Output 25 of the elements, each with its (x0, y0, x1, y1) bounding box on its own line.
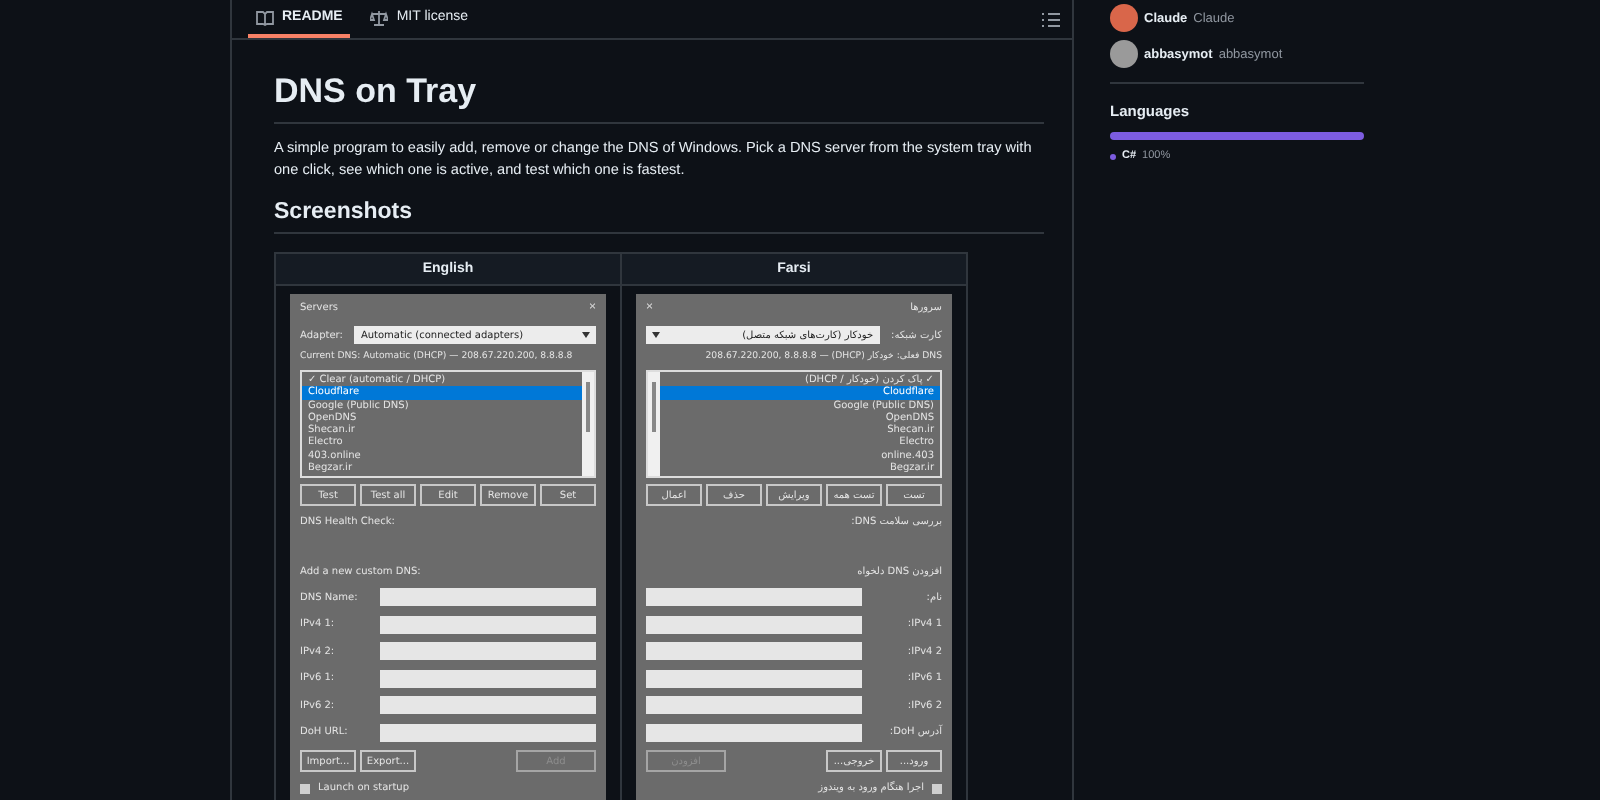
input-field[interactable] (380, 642, 596, 661)
input-field[interactable] (380, 588, 596, 607)
avatar[interactable] (1110, 4, 1138, 32)
input-field[interactable] (646, 588, 862, 607)
scrollbar[interactable] (648, 372, 660, 476)
readme-title: DNS on Tray (274, 72, 1044, 124)
input-field[interactable] (646, 723, 862, 742)
input-field[interactable] (380, 615, 596, 634)
input-field[interactable] (646, 669, 862, 688)
scrollbar[interactable] (582, 372, 594, 476)
caret-icon (582, 332, 590, 338)
checkbox[interactable] (932, 783, 942, 793)
input-field[interactable] (380, 723, 596, 742)
input-field[interactable] (646, 696, 862, 715)
input-field[interactable] (646, 642, 862, 661)
caret-icon (652, 332, 660, 338)
input-field[interactable] (380, 696, 596, 715)
book-icon (256, 9, 274, 25)
outline-menu-icon[interactable] (1042, 11, 1060, 27)
scale-icon (370, 9, 389, 25)
checkbox[interactable] (300, 783, 310, 793)
input-field[interactable] (646, 615, 862, 634)
section-heading: Screenshots (274, 200, 1044, 234)
avatar[interactable] (1110, 40, 1138, 68)
input-field[interactable] (380, 669, 596, 688)
